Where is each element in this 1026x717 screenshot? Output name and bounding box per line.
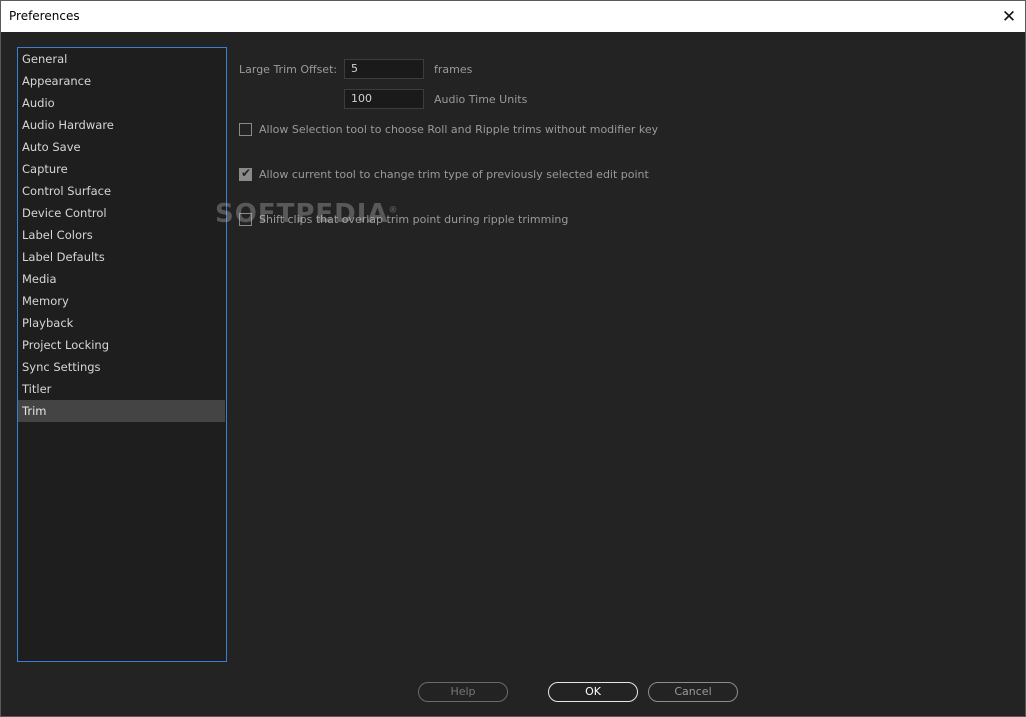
trim-settings-panel: Large Trim Offset: 5 frames 100 Audio Ti…	[231, 47, 1011, 667]
close-button[interactable]: ✕	[993, 1, 1025, 32]
sidebar-item-project-locking[interactable]: Project Locking	[18, 334, 225, 356]
sidebar-item-appearance[interactable]: Appearance	[18, 70, 225, 92]
selection-roll-ripple-label: Allow Selection tool to choose Roll and …	[259, 123, 659, 136]
sidebar-item-playback[interactable]: Playback	[18, 312, 225, 334]
sidebar-item-media[interactable]: Media	[18, 268, 225, 290]
selection-roll-ripple-checkbox[interactable]	[239, 123, 252, 136]
change-trim-type-checkbox[interactable]: ✔	[239, 166, 252, 181]
change-trim-type-label: Allow current tool to change trim type o…	[259, 168, 649, 181]
watermark-mark: ®	[388, 205, 399, 216]
sidebar-item-label-colors[interactable]: Label Colors	[18, 224, 225, 246]
sidebar-item-audio[interactable]: Audio	[18, 92, 225, 114]
sidebar-item-control-surface[interactable]: Control Surface	[18, 180, 225, 202]
sidebar-item-titler[interactable]: Titler	[18, 378, 225, 400]
close-icon: ✕	[1001, 6, 1017, 27]
ok-button[interactable]: OK	[548, 682, 638, 702]
sidebar-item-capture[interactable]: Capture	[18, 158, 225, 180]
sidebar-list: General Appearance Audio Audio Hardware Auto…	[18, 48, 226, 422]
cancel-button[interactable]: Cancel	[648, 682, 738, 702]
window-title: Preferences	[9, 9, 80, 23]
preferences-sidebar: General Appearance Audio Audio Hardware Auto…	[17, 47, 227, 662]
check-icon: ✔	[241, 166, 252, 180]
help-button[interactable]: Help	[418, 682, 508, 702]
sidebar-item-audio-hardware[interactable]: Audio Hardware	[18, 114, 225, 136]
title-bar: Preferences ✕	[1, 1, 1025, 32]
sidebar-item-memory[interactable]: Memory	[18, 290, 225, 312]
audio-unit-label: Audio Time Units	[434, 93, 528, 106]
sidebar-item-auto-save[interactable]: Auto Save	[18, 136, 225, 158]
sidebar-item-device-control[interactable]: Device Control	[18, 202, 225, 224]
watermark-logo: SOFTPEDIA®	[215, 199, 399, 229]
frames-offset-input[interactable]: 5	[344, 59, 424, 79]
preferences-window: Preferences ✕ General Appearance Audio Audi…	[0, 0, 1026, 717]
sidebar-item-general[interactable]: General	[18, 48, 225, 70]
large-trim-offset-label: Large Trim Offset:	[239, 63, 338, 76]
sidebar-item-trim[interactable]: Trim	[18, 400, 225, 422]
frames-offset-value: 5	[351, 62, 358, 75]
watermark-text: SOFTPEDIA	[215, 199, 389, 229]
sidebar-item-label-defaults[interactable]: Label Defaults	[18, 246, 225, 268]
audio-offset-value: 100	[351, 92, 372, 105]
frames-unit-label: frames	[434, 63, 473, 76]
audio-offset-input[interactable]: 100	[344, 89, 424, 109]
sidebar-item-sync-settings[interactable]: Sync Settings	[18, 356, 225, 378]
